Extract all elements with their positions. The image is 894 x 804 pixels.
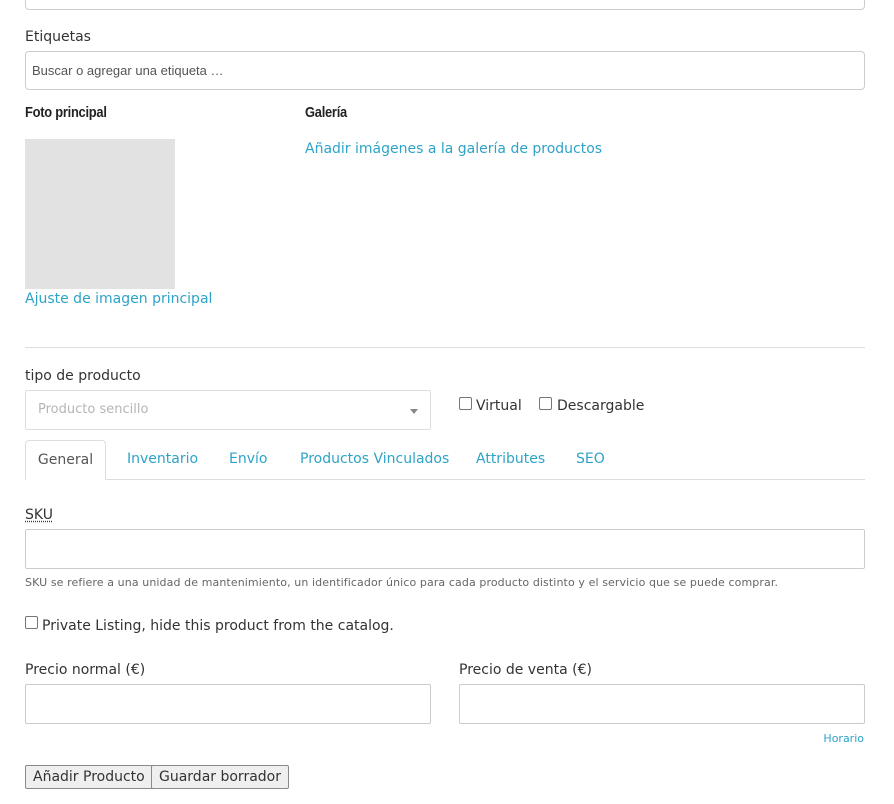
regular-price-label: Precio normal (€) <box>25 662 146 678</box>
virtual-label: Virtual <box>476 398 522 414</box>
section-divider <box>25 347 865 348</box>
sku-help-text: SKU se refiere a una unidad de mantenimi… <box>25 576 779 589</box>
private-listing-checkbox[interactable] <box>25 616 38 629</box>
virtual-checkbox[interactable] <box>459 397 472 410</box>
tab-inventario[interactable]: Inventario <box>127 451 198 467</box>
downloadable-label: Descargable <box>557 398 645 414</box>
tabs-underline <box>25 479 865 480</box>
tab-productos-vinculados[interactable]: Productos Vinculados <box>300 451 449 467</box>
product-type-label: tipo de producto <box>25 368 141 384</box>
sku-input[interactable] <box>25 529 865 569</box>
chevron-down-icon <box>410 409 418 414</box>
add-product-button[interactable]: Añadir Producto <box>25 765 153 789</box>
featured-image-heading: Foto principal <box>25 104 107 121</box>
tab-seo[interactable]: SEO <box>576 451 605 467</box>
sale-price-label: Precio de venta (€) <box>459 662 592 678</box>
tab-envio[interactable]: Envío <box>229 451 267 467</box>
sku-label: SKU <box>25 507 53 523</box>
product-type-select[interactable]: Producto sencillo <box>25 390 431 430</box>
schedule-link[interactable]: Horario <box>823 732 864 745</box>
gallery-heading: Galería <box>305 104 347 121</box>
add-gallery-images-link[interactable]: Añadir imágenes a la galería de producto… <box>305 141 602 157</box>
set-featured-image-link[interactable]: Ajuste de imagen principal <box>25 291 212 307</box>
save-draft-button[interactable]: Guardar borrador <box>151 765 289 789</box>
previous-field[interactable] <box>25 0 865 10</box>
product-type-selected: Producto sencillo <box>38 402 149 417</box>
tags-label: Etiquetas <box>25 29 91 45</box>
private-listing-label: Private Listing, hide this product from … <box>42 618 394 634</box>
tags-input[interactable] <box>25 51 865 90</box>
tab-attributes[interactable]: Attributes <box>476 451 545 467</box>
featured-image-placeholder[interactable] <box>25 139 175 289</box>
downloadable-checkbox[interactable] <box>539 397 552 410</box>
regular-price-input[interactable] <box>25 684 431 724</box>
tab-general[interactable]: General <box>25 440 106 480</box>
sale-price-input[interactable] <box>459 684 865 724</box>
